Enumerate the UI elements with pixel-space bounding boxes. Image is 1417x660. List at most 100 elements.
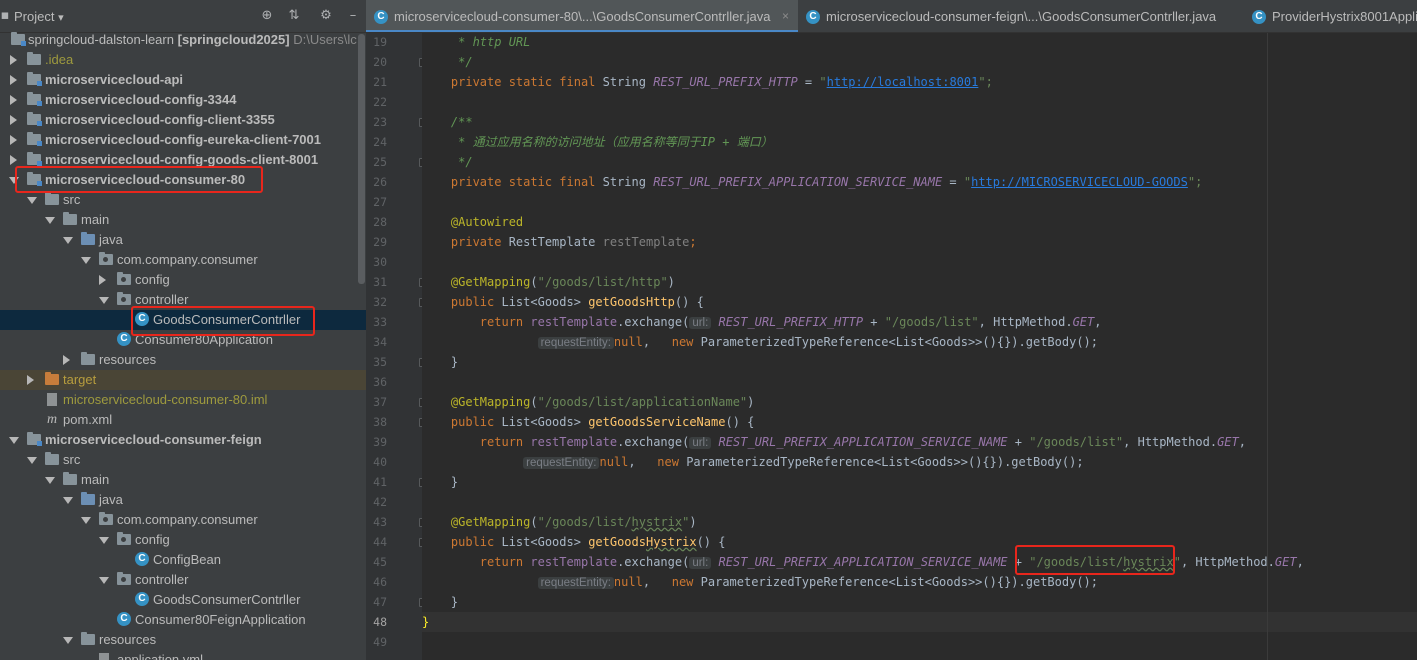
tab-consumer-feign-controller[interactable]: C microservicecloud-consumer-feign\...\G… xyxy=(798,0,1218,32)
collapse-arrow-icon[interactable] xyxy=(10,55,17,65)
collapse-arrow-icon[interactable] xyxy=(10,115,17,125)
tree-item[interactable]: java xyxy=(0,490,366,510)
tree-item-label: config xyxy=(135,532,170,547)
tree-item-label: microservicecloud-consumer-feign xyxy=(45,432,262,447)
tree-item[interactable]: .idea xyxy=(0,50,366,70)
folder-icon xyxy=(27,52,41,65)
expand-arrow-icon[interactable] xyxy=(27,457,37,464)
package-icon xyxy=(117,532,131,545)
expand-arrow-icon[interactable] xyxy=(27,197,37,204)
tree-item[interactable]: microservicecloud-consumer-80.iml xyxy=(0,390,366,410)
hide-icon[interactable]: – xyxy=(345,8,361,24)
tree-item[interactable]: com.company.consumer xyxy=(0,510,366,530)
parameter-hint: url: xyxy=(689,557,712,569)
maven-file-icon: m xyxy=(47,412,58,427)
tree-item[interactable]: microservicecloud-config-3344 xyxy=(0,90,366,110)
project-panel-header: ▪ Project ▾ ⊕ ⇅ ⚙ – xyxy=(0,0,366,33)
tree-item[interactable]: C Consumer80FeignApplication xyxy=(0,610,366,630)
module-folder-icon xyxy=(27,132,42,146)
tree-item[interactable]: src xyxy=(0,190,366,210)
line-number: 24 xyxy=(373,135,387,149)
java-class-icon: C xyxy=(135,552,149,566)
expand-arrow-icon[interactable] xyxy=(63,237,73,244)
tree-item-label: src xyxy=(63,192,81,207)
tree-item[interactable]: C GoodsConsumerContrller xyxy=(0,590,366,610)
tree-item[interactable]: controller xyxy=(0,570,366,590)
vertical-scrollbar[interactable] xyxy=(358,34,365,284)
expand-arrow-icon[interactable] xyxy=(99,537,109,544)
tree-item-label: GoodsConsumerContrller xyxy=(153,592,301,607)
tree-item[interactable]: microservicecloud-api xyxy=(0,70,366,90)
tree-item-label: application.yml xyxy=(117,652,203,660)
tree-item[interactable]: main xyxy=(0,210,366,230)
module-folder-icon xyxy=(27,112,42,126)
collapse-arrow-icon[interactable] xyxy=(63,355,70,365)
line-number: 35 xyxy=(373,355,387,369)
tree-item[interactable]: target xyxy=(0,370,366,390)
tree-item-label: microservicecloud-config-client-3355 xyxy=(45,112,275,127)
parameter-hint: requestEntity: xyxy=(537,577,614,589)
collapse-arrow-icon[interactable] xyxy=(10,135,17,145)
close-icon[interactable]: × xyxy=(782,9,789,23)
collapse-arrow-icon[interactable] xyxy=(99,275,106,285)
line-number: 48 xyxy=(373,615,387,629)
line-number: 31 xyxy=(373,275,387,289)
tree-item-label: target xyxy=(63,372,97,387)
tab-provider-hystrix-app[interactable]: C ProviderHystrix8001Appli xyxy=(1244,0,1417,32)
tree-item[interactable]: main xyxy=(0,470,366,490)
gear-icon[interactable]: ⚙ xyxy=(318,8,334,24)
tree-item[interactable]: microservicecloud-config-client-3355 xyxy=(0,110,366,130)
project-view-icon: ▪ xyxy=(0,8,10,23)
tree-item[interactable]: src xyxy=(0,450,366,470)
expand-arrow-icon[interactable] xyxy=(81,517,91,524)
tree-item[interactable]: config xyxy=(0,530,366,550)
source-folder-icon xyxy=(81,492,95,505)
right-margin-guide xyxy=(1267,33,1268,660)
module-folder-icon xyxy=(11,32,26,46)
tree-item[interactable]: C ConfigBean xyxy=(0,550,366,570)
tree-item-consumer-feign[interactable]: microservicecloud-consumer-feign xyxy=(0,430,366,450)
project-view-selector[interactable]: Project ▾ xyxy=(14,9,64,24)
line-number: 43 xyxy=(373,515,387,529)
package-icon xyxy=(117,572,131,585)
expand-arrow-icon[interactable] xyxy=(9,437,19,444)
yaml-file-icon xyxy=(99,653,109,660)
tree-item-root[interactable]: springcloud-dalston-learn [springcloud20… xyxy=(0,30,366,50)
tree-item-label: com.company.consumer xyxy=(117,252,258,267)
expand-arrow-icon[interactable] xyxy=(99,577,109,584)
locate-icon[interactable]: ⊕ xyxy=(259,8,275,24)
expand-arrow-icon[interactable] xyxy=(45,217,55,224)
editor-tab-bar: C microservicecloud-consumer-80\...\Good… xyxy=(366,0,1417,33)
collapse-arrow-icon[interactable] xyxy=(27,375,34,385)
tree-item[interactable]: m pom.xml xyxy=(0,410,366,430)
expand-arrow-icon[interactable] xyxy=(99,297,109,304)
spring-boot-class-icon: C xyxy=(1252,10,1266,24)
expand-arrow-icon[interactable] xyxy=(45,477,55,484)
tree-item-label: .idea xyxy=(45,52,74,67)
expand-arrow-icon[interactable] xyxy=(63,497,73,504)
tree-item[interactable]: java xyxy=(0,230,366,250)
collapse-arrow-icon[interactable] xyxy=(10,75,17,85)
tree-item[interactable]: application.yml xyxy=(0,650,366,660)
tree-item-label: java xyxy=(99,492,123,507)
line-number: 22 xyxy=(373,95,387,109)
tree-item[interactable]: com.company.consumer xyxy=(0,250,366,270)
line-number: 27 xyxy=(373,195,387,209)
tree-item[interactable]: resources xyxy=(0,350,366,370)
collapse-arrow-icon[interactable] xyxy=(10,155,17,165)
line-number: 32 xyxy=(373,295,387,309)
tab-consumer-80-controller[interactable]: C microservicecloud-consumer-80\...\Good… xyxy=(366,0,798,32)
source-folder-icon xyxy=(81,232,95,245)
collapse-icon[interactable]: ⇅ xyxy=(286,8,302,24)
line-number: 44 xyxy=(373,535,387,549)
tree-item[interactable]: resources xyxy=(0,630,366,650)
expand-arrow-icon[interactable] xyxy=(81,257,91,264)
project-tool-window: ▪ Project ▾ ⊕ ⇅ ⚙ – springcloud-dalston-… xyxy=(0,0,366,660)
tree-item[interactable]: microservicecloud-config-eureka-client-7… xyxy=(0,130,366,150)
tree-item-label: controller xyxy=(135,292,189,307)
parameter-hint: url: xyxy=(689,437,712,449)
package-icon xyxy=(99,512,113,525)
tree-item[interactable]: config xyxy=(0,270,366,290)
collapse-arrow-icon[interactable] xyxy=(10,95,17,105)
expand-arrow-icon[interactable] xyxy=(63,637,73,644)
